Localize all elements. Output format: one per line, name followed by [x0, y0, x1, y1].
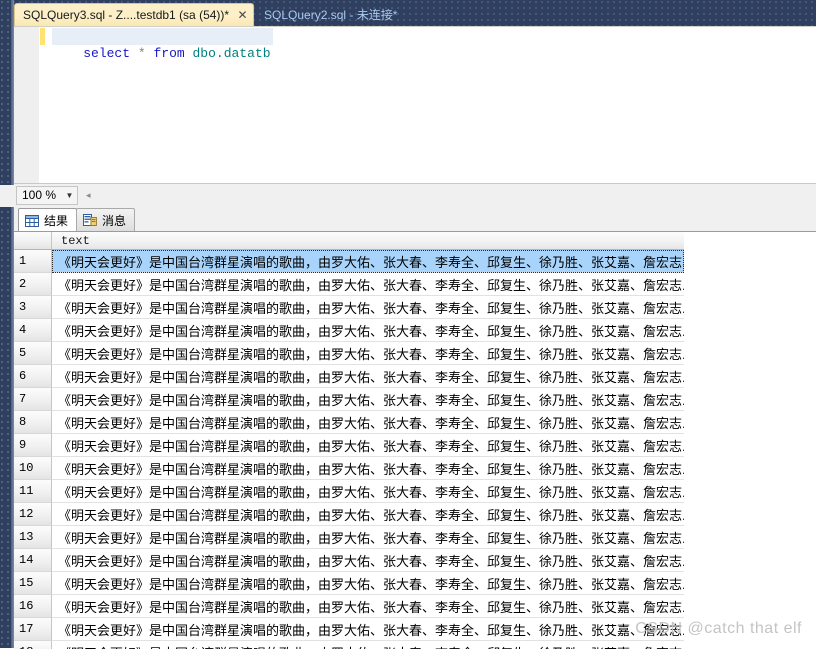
row-header-cell[interactable]: 16 [14, 595, 52, 618]
zoom-level-combobox[interactable]: 100 % ▼ [16, 185, 78, 205]
cell-text[interactable]: 《明天会更好》是中国台湾群星演唱的歌曲，由罗大佑、张大春、李寿全、邱复生、徐乃胜… [52, 250, 684, 273]
cell-text[interactable]: 《明天会更好》是中国台湾群星演唱的歌曲，由罗大佑、张大春、李寿全、邱复生、徐乃胜… [52, 388, 684, 411]
cell-text[interactable]: 《明天会更好》是中国台湾群星演唱的歌曲，由罗大佑、张大春、李寿全、邱复生、徐乃胜… [52, 434, 684, 457]
row-header-cell[interactable]: 11 [14, 480, 52, 503]
table-row[interactable]: 7 《明天会更好》是中国台湾群星演唱的歌曲，由罗大佑、张大春、李寿全、邱复生、徐乃… [14, 388, 686, 411]
table-row[interactable]: 8 《明天会更好》是中国台湾群星演唱的歌曲，由罗大佑、张大春、李寿全、邱复生、徐乃… [14, 411, 686, 434]
sql-code-line[interactable]: select * from dbo.datatb [52, 28, 273, 61]
cell-text[interactable]: 《明天会更好》是中国台湾群星演唱的歌曲，由罗大佑、张大春、李寿全、邱复生、徐乃胜… [52, 319, 684, 342]
zoom-level-value: 100 % [22, 188, 57, 202]
tab-results-label: 结果 [44, 214, 69, 228]
editor-change-marker [40, 28, 45, 45]
cell-text[interactable]: 《明天会更好》是中国台湾群星演唱的歌曲，由罗大佑、张大春、李寿全、邱复生、徐乃胜… [52, 526, 684, 549]
cell-text[interactable]: 《明天会更好》是中国台湾群星演唱的歌曲，由罗大佑、张大春、李寿全、邱复生、徐乃胜… [52, 411, 684, 434]
table-row[interactable]: 10 《明天会更好》是中国台湾群星演唱的歌曲，由罗大佑、张大春、李寿全、邱复生、徐… [14, 457, 686, 480]
table-row[interactable]: 4 《明天会更好》是中国台湾群星演唱的歌曲，由罗大佑、张大春、李寿全、邱复生、徐乃… [14, 319, 686, 342]
tab-sqlquery3-label: SQLQuery3.sql - Z....testdb1 (sa (54))* [23, 8, 230, 22]
sql-editor-pane[interactable]: select * from dbo.datatb [14, 26, 816, 184]
tab-sqlquery2-label: SQLQuery2.sql - 未连接* [264, 8, 398, 22]
cell-text[interactable]: 《明天会更好》是中国台湾群星演唱的歌曲，由罗大佑、张大春、李寿全、邱复生、徐乃胜… [52, 503, 684, 526]
grid-icon [25, 214, 39, 228]
table-header-row: text [14, 232, 686, 250]
tab-messages-label: 消息 [102, 213, 127, 228]
results-grid-body: text 1 《明天会更好》是中国台湾群星演唱的歌曲，由罗大佑、张大春、李寿全、邱… [14, 232, 686, 649]
message-icon [83, 213, 97, 227]
editor-zoom-bar: 100 % ▼ ◂ [14, 183, 816, 206]
left-rail-highlight [11, 0, 14, 648]
row-header-cell[interactable]: 5 [14, 342, 52, 365]
table-row[interactable]: 3 《明天会更好》是中国台湾群星演唱的歌曲，由罗大佑、张大春、李寿全、邱复生、徐乃… [14, 296, 686, 319]
window-left-edge-strip [0, 0, 14, 648]
row-header-cell[interactable]: 3 [14, 296, 52, 319]
column-header-text[interactable]: text [52, 232, 684, 250]
scroll-left-icon[interactable]: ◂ [86, 190, 91, 201]
row-header-cell[interactable]: 2 [14, 273, 52, 296]
document-tab-strip: SQLQuery3.sql - Z....testdb1 (sa (54))* … [0, 0, 816, 26]
row-header-cell[interactable]: 12 [14, 503, 52, 526]
table-row[interactable]: 11 《明天会更好》是中国台湾群星演唱的歌曲，由罗大佑、张大春、李寿全、邱复生、徐… [14, 480, 686, 503]
cell-text[interactable]: 《明天会更好》是中国台湾群星演唱的歌曲，由罗大佑、张大春、李寿全、邱复生、徐乃胜… [52, 457, 684, 480]
sql-keyword-select: select [83, 46, 131, 61]
table-row[interactable]: 5 《明天会更好》是中国台湾群星演唱的歌曲，由罗大佑、张大春、李寿全、邱复生、徐乃… [14, 342, 686, 365]
corner-header-cell[interactable] [14, 232, 52, 250]
cell-text[interactable]: 《明天会更好》是中国台湾群星演唱的歌曲，由罗大佑、张大春、李寿全、邱复生、徐乃胜… [52, 572, 684, 595]
cell-text[interactable]: 《明天会更好》是中国台湾群星演唱的歌曲，由罗大佑、张大春、李寿全、邱复生、徐乃胜… [52, 365, 684, 388]
row-header-cell[interactable]: 7 [14, 388, 52, 411]
results-tab-strip: 结果 消息 [14, 205, 816, 232]
row-header-cell[interactable]: 17 [14, 618, 52, 641]
row-header-cell[interactable]: 13 [14, 526, 52, 549]
sql-table-identifier: dbo.datatb [192, 46, 271, 61]
results-grid[interactable]: text 1 《明天会更好》是中国台湾群星演唱的歌曲，由罗大佑、张大春、李寿全、邱… [14, 231, 816, 649]
tab-results[interactable]: 结果 [18, 208, 78, 232]
table-row[interactable]: 15 《明天会更好》是中国台湾群星演唱的歌曲，由罗大佑、张大春、李寿全、邱复生、徐… [14, 572, 686, 595]
cell-text[interactable]: 《明天会更好》是中国台湾群星演唱的歌曲，由罗大佑、张大春、李寿全、邱复生、徐乃胜… [52, 480, 684, 503]
tab-sqlquery3[interactable]: SQLQuery3.sql - Z....testdb1 (sa (54))* … [14, 3, 255, 26]
tab-messages[interactable]: 消息 [76, 208, 136, 231]
cell-text[interactable]: 《明天会更好》是中国台湾群星演唱的歌曲，由罗大佑、张大春、李寿全、邱复生、徐乃胜… [52, 296, 684, 319]
left-rail-gap [0, 185, 14, 207]
table-row[interactable]: 13 《明天会更好》是中国台湾群星演唱的歌曲，由罗大佑、张大春、李寿全、邱复生、徐… [14, 526, 686, 549]
watermark: CSDN @catch that elf [635, 620, 802, 637]
editor-gutter [14, 27, 39, 184]
row-header-cell[interactable]: 14 [14, 549, 52, 572]
row-header-cell[interactable]: 6 [14, 365, 52, 388]
row-header-cell[interactable]: 10 [14, 457, 52, 480]
chevron-down-icon[interactable]: ▼ [62, 191, 77, 200]
table-row[interactable]: 2 《明天会更好》是中国台湾群星演唱的歌曲，由罗大佑、张大春、李寿全、邱复生、徐乃… [14, 273, 686, 296]
table-row[interactable]: 17 《明天会更好》是中国台湾群星演唱的歌曲，由罗大佑、张大春、李寿全、邱复生、徐… [14, 618, 686, 641]
close-icon[interactable]: ✕ [236, 9, 249, 22]
sql-star-operator: * [137, 46, 146, 61]
cell-text[interactable]: 《明天会更好》是中国台湾群星演唱的歌曲，由罗大佑、张大春、李寿全、邱复生、徐乃胜… [52, 618, 684, 641]
row-header-cell[interactable]: 9 [14, 434, 52, 457]
row-header-cell[interactable]: 15 [14, 572, 52, 595]
row-header-cell[interactable]: 1 [14, 250, 52, 273]
table-row[interactable]: 14 《明天会更好》是中国台湾群星演唱的歌曲，由罗大佑、张大春、李寿全、邱复生、徐… [14, 549, 686, 572]
cell-text[interactable]: 《明天会更好》是中国台湾群星演唱的歌曲，由罗大佑、张大春、李寿全、邱复生、徐乃胜… [52, 549, 684, 572]
table-row[interactable]: 12 《明天会更好》是中国台湾群星演唱的歌曲，由罗大佑、张大春、李寿全、邱复生、徐… [14, 503, 686, 526]
table-row[interactable]: 1 《明天会更好》是中国台湾群星演唱的歌曲，由罗大佑、张大春、李寿全、邱复生、徐乃… [14, 250, 686, 273]
table-row[interactable]: 16 《明天会更好》是中国台湾群星演唱的歌曲，由罗大佑、张大春、李寿全、邱复生、徐… [14, 595, 686, 618]
table-row[interactable]: 9 《明天会更好》是中国台湾群星演唱的歌曲，由罗大佑、张大春、李寿全、邱复生、徐乃… [14, 434, 686, 457]
cell-text[interactable]: 《明天会更好》是中国台湾群星演唱的歌曲，由罗大佑、张大春、李寿全、邱复生、徐乃胜… [52, 273, 684, 296]
row-header-cell[interactable]: 8 [14, 411, 52, 434]
cell-text[interactable]: 《明天会更好》是中国台湾群星演唱的歌曲，由罗大佑、张大春、李寿全、邱复生、徐乃胜… [52, 342, 684, 365]
row-header-cell[interactable]: 4 [14, 319, 52, 342]
cell-text[interactable]: 《明天会更好》是中国台湾群星演唱的歌曲，由罗大佑、张大春、李寿全、邱复生、徐乃胜… [52, 595, 684, 618]
tab-sqlquery2[interactable]: SQLQuery2.sql - 未连接* [258, 3, 403, 26]
table-row[interactable]: 6 《明天会更好》是中国台湾群星演唱的歌曲，由罗大佑、张大春、李寿全、邱复生、徐乃… [14, 365, 686, 388]
sql-keyword-from: from [153, 46, 185, 61]
